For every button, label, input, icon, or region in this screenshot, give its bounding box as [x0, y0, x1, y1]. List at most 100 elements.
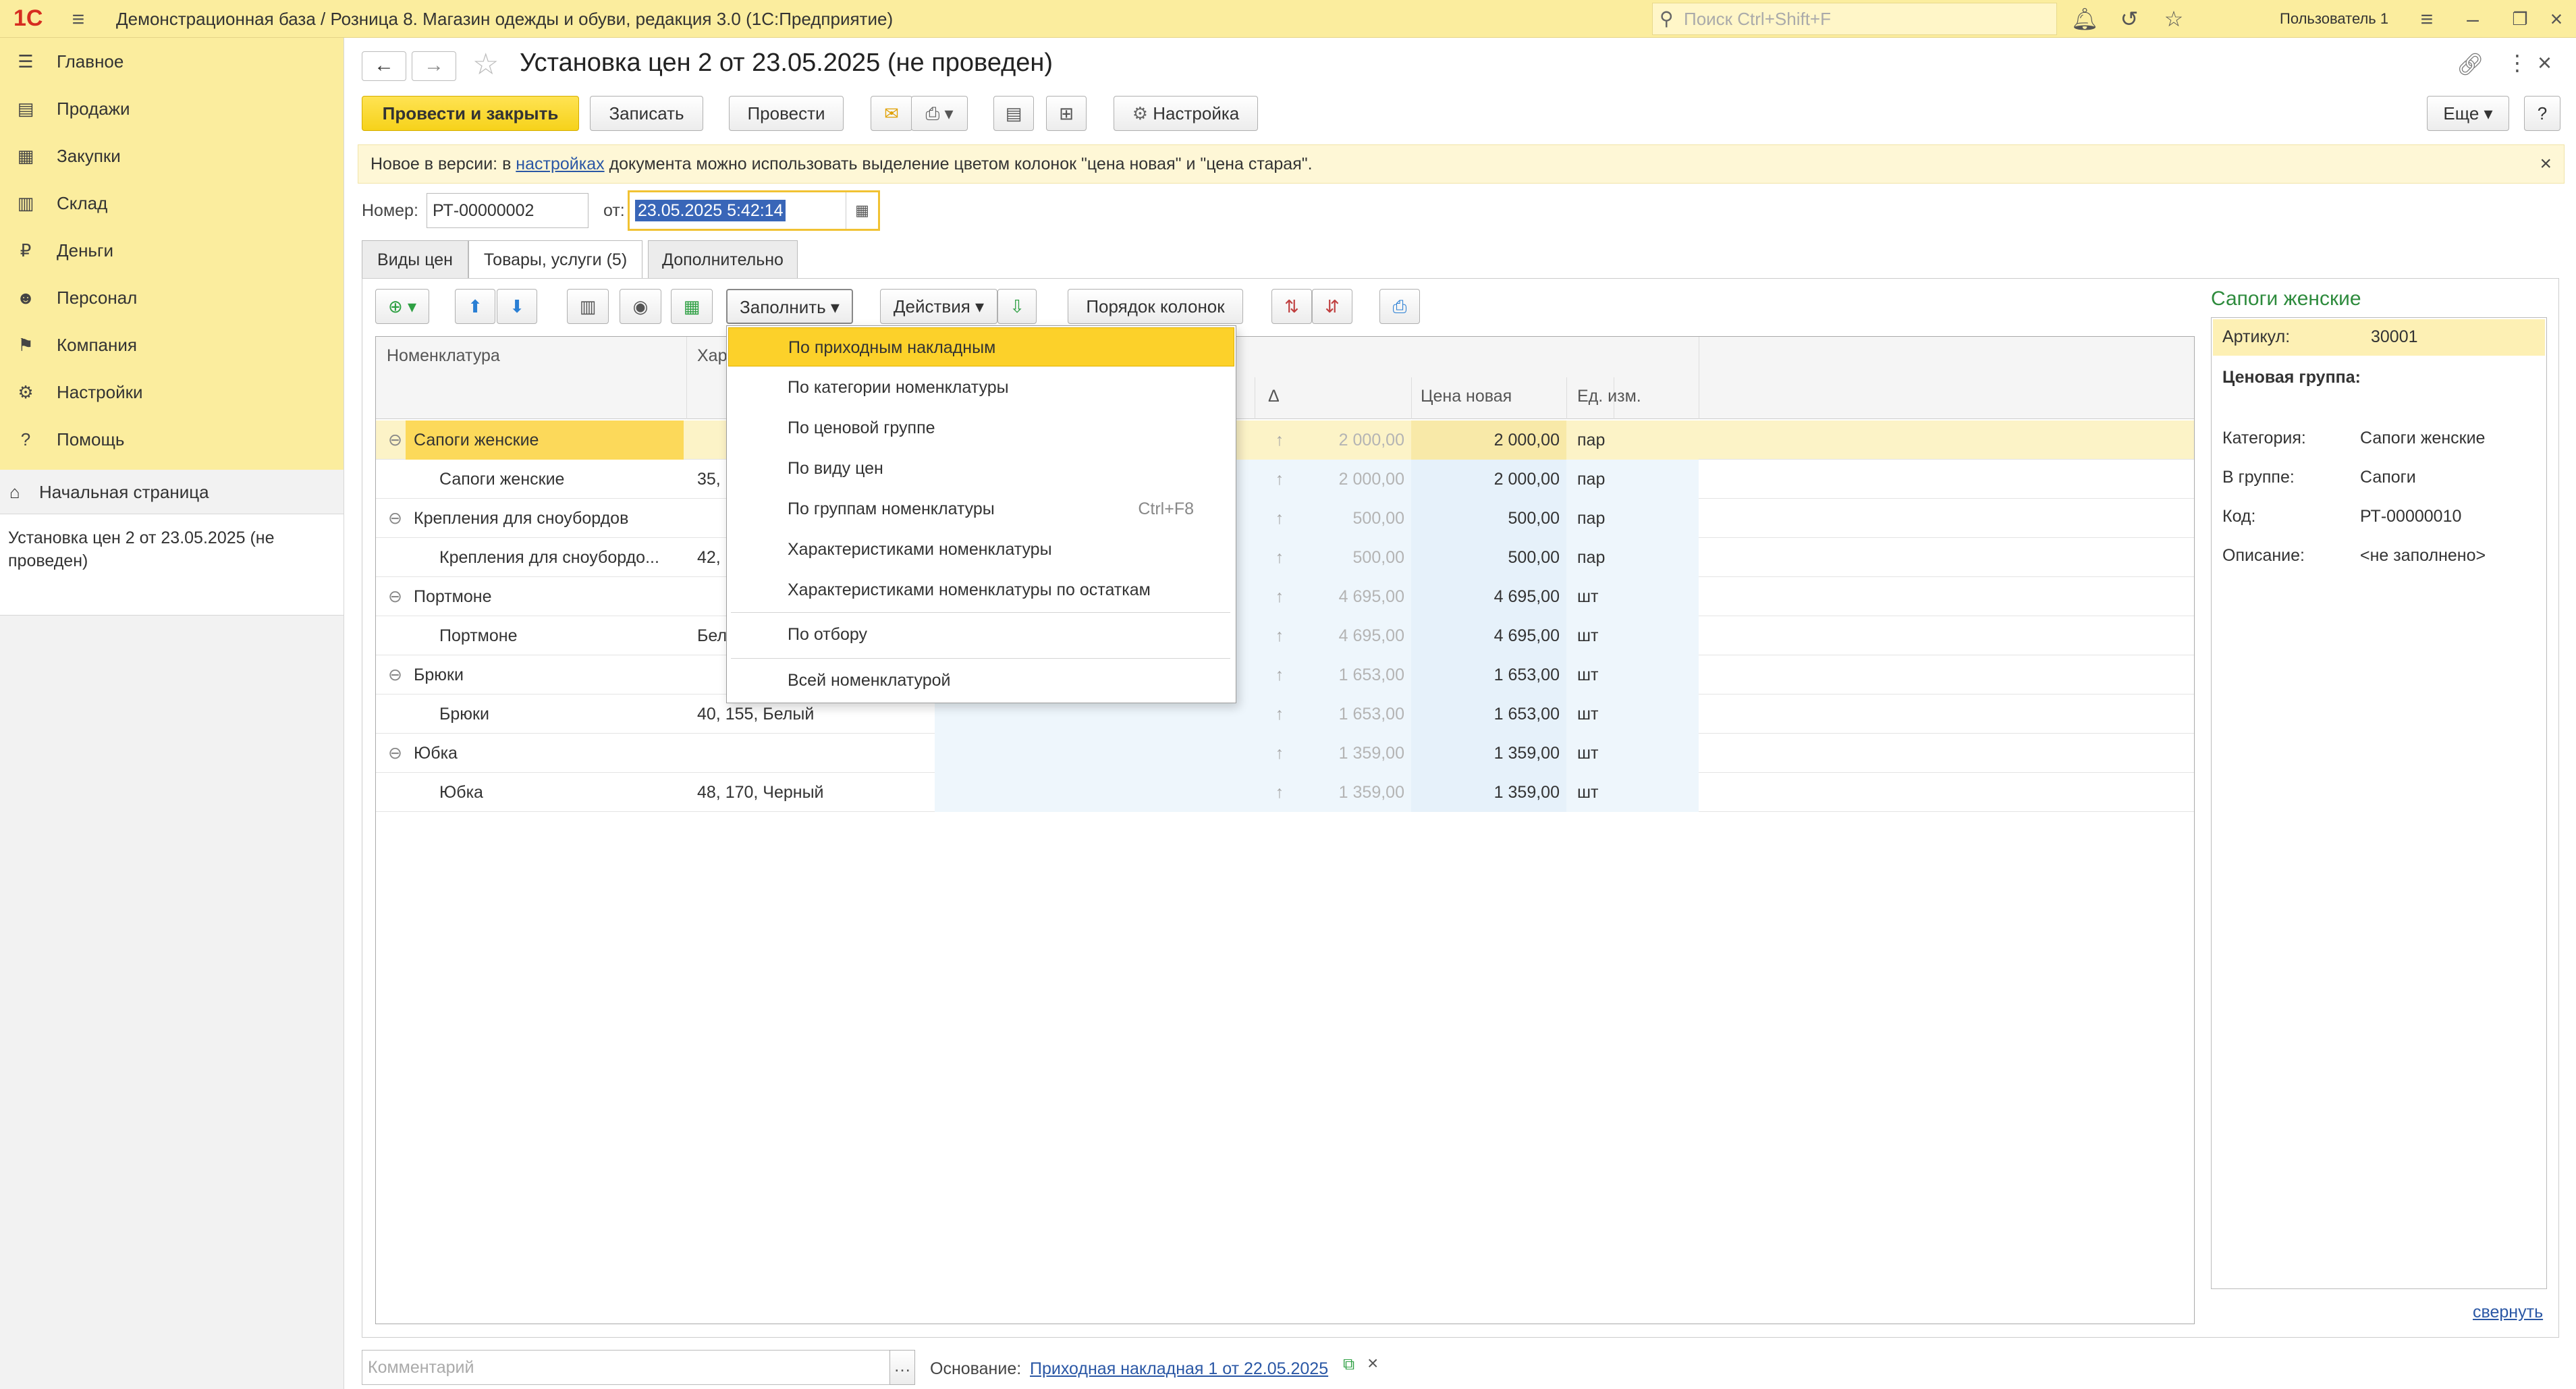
table-row[interactable]: Портмоне Бел ↑ 4 695,00 4 695,00 шт — [376, 616, 2194, 655]
unit-cell[interactable]: шт — [1577, 694, 1685, 734]
favorite-star-icon[interactable]: ☆ — [472, 47, 499, 82]
new-price-cell[interactable]: 1 653,00 — [1415, 655, 1560, 694]
number-field[interactable]: РТ-00000002 — [427, 193, 588, 228]
new-price-cell[interactable]: 4 695,00 — [1415, 616, 1560, 655]
characteristic-cell[interactable]: 48, 170, Черный — [697, 773, 927, 812]
close-form-icon[interactable]: × — [2538, 49, 2552, 77]
sidebar-item-purchases[interactable]: ▦ Закупки — [0, 132, 344, 180]
menu-item-by-receipts[interactable]: По приходным накладным — [728, 327, 1234, 366]
column-header-new-price[interactable]: Цена новая — [1421, 387, 1512, 406]
info-settings-link[interactable]: настройках — [516, 155, 604, 173]
table-row[interactable]: ⊖ Портмоне ↑ 4 695,00 4 695,00 шт — [376, 577, 2194, 616]
unit-cell[interactable]: пар — [1577, 420, 1685, 460]
clear-basis-icon[interactable]: × — [1367, 1353, 1378, 1374]
fill-button[interactable]: Заполнить ▾ — [726, 289, 853, 324]
print-table-button[interactable]: ⎙ — [1379, 289, 1420, 324]
favorites-star-icon[interactable]: ☆ — [2157, 0, 2191, 38]
menu-item-by-groups[interactable]: По группам номенклатуры Ctrl+F8 — [728, 489, 1234, 528]
comment-field[interactable]: Комментарий — [362, 1350, 891, 1385]
sort-desc-button[interactable]: ⇵ — [1312, 289, 1352, 324]
menu-item-all-nomenclature[interactable]: Всей номенклатурой — [728, 661, 1234, 700]
table-row[interactable]: ⊖ Сапоги женские ↑ 2 000,00 2 000,00 пар — [376, 420, 2194, 460]
structure-button[interactable]: ⊞ — [1046, 96, 1087, 131]
table-row[interactable]: Юбка 48, 170, Черный ↑ 1 359,00 1 359,00 шт — [376, 773, 2194, 812]
collapse-link[interactable]: свернуть — [2473, 1303, 2543, 1322]
column-header-characteristics[interactable]: Хар — [697, 346, 727, 366]
table-row[interactable]: ⊖ Юбка ↑ 1 359,00 1 359,00 шт — [376, 734, 2194, 773]
open-window-item[interactable]: Установка цен 2 от 23.05.2025 (не провед… — [0, 514, 344, 616]
more-options-icon[interactable]: ⋮ — [2506, 50, 2528, 76]
collapse-group-icon[interactable]: ⊖ — [388, 734, 402, 773]
menu-item-by-characteristics[interactable]: Характеристиками номенклатуры — [728, 530, 1234, 569]
column-header-delta[interactable]: Δ — [1268, 387, 1280, 406]
sidebar-item-main[interactable]: ☰ Главное — [0, 38, 344, 85]
more-button[interactable]: Еще ▾ — [2427, 96, 2509, 131]
sidebar-item-sales[interactable]: ▤ Продажи — [0, 85, 344, 132]
save-button[interactable]: Записать — [590, 96, 703, 131]
tab-price-types[interactable]: Виды цен — [362, 240, 468, 278]
table-settings-button[interactable]: ▦ — [671, 289, 713, 324]
unit-cell[interactable]: шт — [1577, 773, 1685, 812]
nomenclature-cell[interactable]: Крепления для сноубордов — [414, 499, 677, 538]
new-price-cell[interactable]: 500,00 — [1415, 538, 1560, 577]
print-button[interactable]: ⎙ ▾ — [911, 96, 968, 131]
open-document-icon[interactable]: ⧉ — [1343, 1355, 1354, 1374]
new-price-cell[interactable]: 2 000,00 — [1415, 420, 1560, 460]
nomenclature-cell[interactable]: Брюки — [439, 694, 703, 734]
sidebar-item-personnel[interactable]: ☻ Персонал — [0, 274, 344, 321]
basis-link[interactable]: Приходная накладная 1 от 22.05.2025 — [1030, 1359, 1328, 1379]
back-button[interactable]: ← — [362, 51, 406, 81]
close-window-icon[interactable]: × — [2542, 0, 2571, 38]
unit-cell[interactable]: шт — [1577, 655, 1685, 694]
unit-cell[interactable]: шт — [1577, 616, 1685, 655]
post-button[interactable]: Провести — [729, 96, 844, 131]
minimize-icon[interactable]: – — [2458, 0, 2488, 38]
nomenclature-cell[interactable]: Сапоги женские — [414, 420, 677, 460]
move-down-button[interactable]: ⬇ — [497, 289, 537, 324]
current-user[interactable]: Пользователь 1 — [2280, 0, 2388, 38]
close-banner-icon[interactable]: × — [2540, 145, 2552, 183]
new-price-cell[interactable]: 4 695,00 — [1415, 577, 1560, 616]
email-button[interactable]: ✉ — [871, 96, 912, 131]
tab-goods-services[interactable]: Товары, услуги (5) — [468, 240, 642, 279]
menu-item-by-price-type[interactable]: По виду цен — [728, 449, 1234, 488]
actions-button[interactable]: Действия ▾ — [880, 289, 997, 324]
characteristic-cell[interactable] — [697, 734, 927, 773]
sort-asc-button[interactable]: ⇅ — [1271, 289, 1312, 324]
post-and-close-button[interactable]: Провести и закрыть — [362, 96, 579, 131]
new-price-cell[interactable]: 1 359,00 — [1415, 734, 1560, 773]
restore-icon[interactable]: ❐ — [2505, 0, 2535, 38]
date-field[interactable]: 23.05.2025 5:42:14 ▦ — [628, 190, 880, 231]
column-order-button[interactable]: Порядок колонок — [1068, 289, 1243, 324]
home-page-link[interactable]: ⌂ Начальная страница — [0, 470, 344, 514]
menu-item-by-characteristics-stock[interactable]: Характеристиками номенклатуры по остатка… — [728, 570, 1234, 609]
unit-cell[interactable]: шт — [1577, 734, 1685, 773]
table-row[interactable]: Крепления для сноубордо... 42, ↑ 500,00 500,… — [376, 538, 2194, 577]
sidebar-item-settings[interactable]: ⚙ Настройки — [0, 369, 344, 416]
table-row[interactable]: ⊖ Крепления для сноубордов ↑ 500,00 500,00 па… — [376, 499, 2194, 538]
barcode-button[interactable]: ▥ — [567, 289, 609, 324]
new-price-cell[interactable]: 500,00 — [1415, 499, 1560, 538]
view-button[interactable]: ◉ — [620, 289, 661, 324]
nomenclature-cell[interactable]: Юбка — [414, 734, 677, 773]
move-up-button[interactable]: ⬆ — [455, 289, 495, 324]
nomenclature-cell[interactable]: Крепления для сноубордо... — [439, 538, 703, 577]
settings-button[interactable]: ⚙ Настройка — [1114, 96, 1258, 131]
nomenclature-cell[interactable]: Портмоне — [414, 577, 677, 616]
calendar-icon[interactable]: ▦ — [846, 192, 878, 229]
link-icon[interactable]: 🔗︎ — [2457, 51, 2484, 77]
sidebar-item-warehouse[interactable]: ▥ Склад — [0, 180, 344, 227]
sidebar-item-help[interactable]: ? Помощь — [0, 416, 344, 463]
forward-button[interactable]: → — [412, 51, 456, 81]
nomenclature-cell[interactable]: Брюки — [414, 655, 677, 694]
table-row[interactable]: ⊖ Брюки ↑ 1 653,00 1 653,00 шт — [376, 655, 2194, 694]
menu-item-by-price-group[interactable]: По ценовой группе — [728, 408, 1234, 447]
report-button[interactable]: ▤ — [993, 96, 1034, 131]
menu-item-by-filter[interactable]: По отбору — [728, 615, 1234, 654]
window-menu-icon[interactable]: ≡ — [2412, 0, 2442, 38]
global-search-input[interactable]: ⚲ Поиск Ctrl+Shift+F — [1652, 3, 2057, 35]
help-button[interactable]: ? — [2524, 96, 2560, 131]
menu-item-by-category[interactable]: По категории номенклатуры — [728, 368, 1234, 407]
nomenclature-cell[interactable]: Сапоги женские — [439, 460, 703, 499]
table-row[interactable]: Сапоги женские 35, ↑ 2 000,00 2 000,00 пар — [376, 460, 2194, 499]
